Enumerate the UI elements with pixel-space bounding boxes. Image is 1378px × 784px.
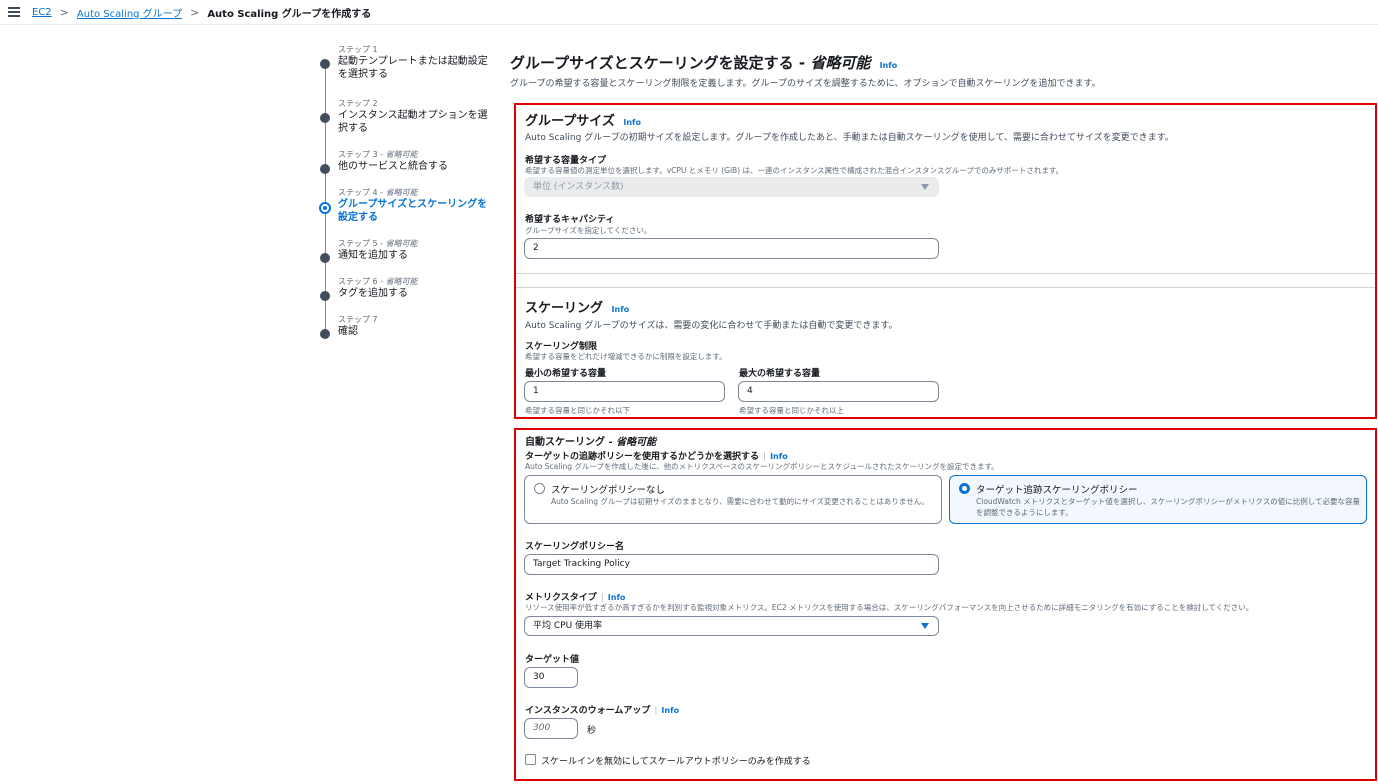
step-label: ステップ 6 - — [338, 277, 386, 286]
top-navigation-bar: EC2 > Auto Scaling グループ > Auto Scaling グ… — [0, 0, 1378, 25]
step-dot-icon — [320, 329, 330, 339]
radio-unchecked-icon[interactable] — [534, 483, 545, 494]
step-label: ステップ 2 — [338, 99, 378, 108]
caret-down-icon — [921, 623, 929, 629]
option-target-tracking-title: ターゲット追跡スケーリングポリシー — [976, 485, 1138, 496]
policy-name-input[interactable]: Target Tracking Policy — [524, 554, 939, 575]
policy-name-label: スケーリングポリシー名 — [525, 542, 625, 552]
step-1[interactable]: ステップ 1 起動テンプレートまたは起動設定を選択する — [320, 44, 495, 98]
group-size-info-link[interactable]: Info — [623, 118, 641, 127]
group-size-description: Auto Scaling グループの初期サイズを設定します。グループを作成したあ… — [525, 133, 1174, 143]
min-capacity-input[interactable]: 1 — [524, 381, 725, 402]
breadcrumb-current: Auto Scaling グループを作成する — [207, 8, 372, 20]
page-title: グループサイズとスケーリングを設定する - 省略可能 Info — [510, 54, 898, 72]
radio-checked-icon[interactable] — [959, 483, 970, 494]
max-capacity-label: 最大の希望する容量 — [739, 369, 821, 379]
step-6[interactable]: ステップ 6 - 省略可能 タグを追加する — [320, 276, 495, 314]
chevron-right-icon: > — [190, 5, 200, 19]
step-label: ステップ 7 — [338, 315, 378, 324]
warmup-unit: 秒 — [587, 726, 597, 736]
step-optional: 省略可能 — [385, 150, 418, 159]
section-divider — [516, 273, 1375, 274]
step-dot-icon — [320, 164, 330, 174]
option-target-tracking-desc: CloudWatch メトリクスとターゲット値を選択し、スケーリングポリシーがメ… — [976, 497, 1360, 517]
chevron-right-icon: > — [59, 5, 69, 19]
desired-capacity-input[interactable]: 2 — [524, 238, 939, 259]
step-dot-icon — [320, 253, 330, 263]
policy-choice-info-link[interactable]: Info — [770, 452, 788, 461]
step-title: 他のサービスと統合する — [338, 161, 448, 172]
option-no-scaling-policy-desc: Auto Scaling グループは初期サイズのままとなり、需要に合わせて動的に… — [551, 497, 929, 506]
policy-choice-hint: Auto Scaling グループを作成した後に、他のメトリクスベースのスケーリ… — [525, 462, 999, 471]
menu-icon[interactable] — [8, 7, 20, 17]
capacity-type-hint: 希望する容量値の測定単位を選択します。vCPU とメモリ (GiB) は、一連の… — [525, 166, 1064, 175]
step-7[interactable]: ステップ 7 確認 — [320, 314, 495, 344]
step-dot-icon — [320, 113, 330, 123]
step-3[interactable]: ステップ 3 - 省略可能 他のサービスと統合する — [320, 149, 495, 187]
group-size-scaling-highlight — [514, 103, 1377, 419]
desired-capacity-hint: グループサイズを指定してください。 — [525, 226, 652, 235]
step-title: 通知を追加する — [338, 250, 408, 261]
step-title: 確認 — [338, 326, 358, 337]
step-optional: 省略可能 — [385, 239, 418, 248]
warmup-input[interactable]: 300 — [524, 718, 578, 739]
step-title: 起動テンプレートまたは起動設定を選択する — [338, 56, 488, 80]
page-description: グループの希望する容量とスケーリング制限を定義します。グループのサイズを調整する… — [510, 79, 1101, 89]
scaling-limits-hint: 希望する容量をどれだけ増減できるかに制限を設定します。 — [525, 352, 727, 361]
warmup-info-link[interactable]: Info — [661, 706, 679, 715]
page-info-link[interactable]: Info — [880, 61, 898, 70]
auto-scaling-title: 自動スケーリング - 省略可能 — [525, 437, 657, 448]
max-capacity-input[interactable]: 4 — [738, 381, 939, 402]
min-capacity-label: 最小の希望する容量 — [525, 369, 607, 379]
group-size-title: グループサイズ Info — [525, 114, 642, 129]
wizard-steps: ステップ 1 起動テンプレートまたは起動設定を選択する ステップ 2 インスタン… — [319, 44, 495, 344]
step-5[interactable]: ステップ 5 - 省略可能 通知を追加する — [320, 238, 495, 276]
metric-type-select[interactable]: 平均 CPU 使用率 — [524, 616, 939, 636]
option-target-tracking-policy[interactable]: ターゲット追跡スケーリングポリシー CloudWatch メトリクスとターゲット… — [949, 475, 1367, 524]
max-capacity-hint: 希望する容量と同じかそれ以上 — [739, 406, 844, 415]
step-dot-icon — [320, 59, 330, 69]
scaling-description: Auto Scaling グループのサイズは、需要の変化に合わせて手動または自動… — [525, 321, 898, 331]
min-capacity-hint: 希望する容量と同じかそれ以下 — [525, 406, 630, 415]
disable-scale-in-checkbox[interactable] — [525, 754, 536, 765]
option-no-scaling-policy[interactable]: スケーリングポリシーなし Auto Scaling グループは初期サイズのままと… — [524, 475, 942, 524]
metric-type-hint: リソース使用率が低すぎるか高すぎるかを判別する監視対象メトリクス。EC2 メトリ… — [525, 603, 1254, 612]
option-no-scaling-policy-title: スケーリングポリシーなし — [551, 485, 666, 496]
scaling-info-link[interactable]: Info — [612, 305, 630, 314]
step-title-active: グループサイズとスケーリングを設定する — [338, 199, 488, 223]
breadcrumb-auto-scaling-groups[interactable]: Auto Scaling グループ — [77, 5, 182, 20]
step-label: ステップ 4 - — [338, 188, 386, 197]
step-dot-icon — [320, 291, 330, 301]
metric-type-info-link[interactable]: Info — [608, 593, 626, 602]
scaling-title: スケーリング Info — [525, 301, 630, 316]
step-label: ステップ 1 — [338, 45, 378, 54]
breadcrumb-ec2[interactable]: EC2 — [32, 7, 52, 18]
target-value-label: ターゲット値 — [525, 655, 580, 665]
desired-capacity-label: 希望するキャパシティ — [525, 215, 615, 225]
step-title: インスタンス起動オプションを選択する — [338, 110, 488, 134]
caret-down-icon — [921, 184, 929, 190]
step-4[interactable]: ステップ 4 - 省略可能 グループサイズとスケーリングを設定する — [319, 187, 495, 238]
section-divider — [516, 287, 1375, 288]
active-step-dot-icon — [319, 202, 331, 214]
step-optional: 省略可能 — [385, 188, 418, 197]
target-value-input[interactable]: 30 — [524, 667, 578, 688]
disable-scale-in-label[interactable]: スケールインを無効にしてスケールアウトポリシーのみを作成する — [541, 754, 811, 767]
step-label: ステップ 3 - — [338, 150, 386, 159]
capacity-type-select: 単位 (インスタンス数) — [524, 177, 939, 197]
step-label: ステップ 5 - — [338, 239, 386, 248]
step-optional: 省略可能 — [385, 277, 418, 286]
step-title: タグを追加する — [338, 288, 408, 299]
warmup-label: インスタンスのウォームアップ | Info — [525, 706, 680, 716]
step-2[interactable]: ステップ 2 インスタンス起動オプションを選択する — [320, 98, 495, 149]
